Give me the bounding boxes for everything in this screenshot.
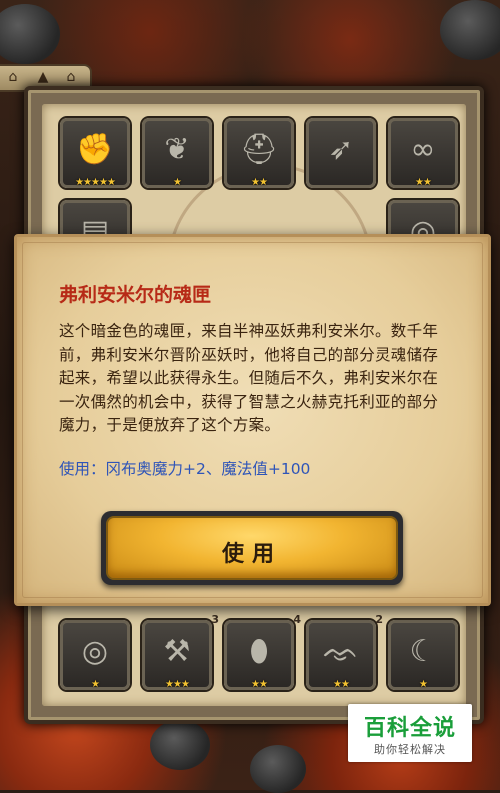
helmet-icon: ⛑ xyxy=(239,132,279,167)
rarity-stars: ★ xyxy=(419,679,428,690)
rarity-stars: ★★ xyxy=(251,177,268,188)
inventory-slot[interactable]: ◎ ★ xyxy=(60,620,130,690)
house-icon[interactable]: ⌂ xyxy=(62,68,80,86)
rarity-stars: ★ xyxy=(173,177,182,188)
home-icon[interactable]: ⌂ xyxy=(4,68,22,86)
use-button-label[interactable]: 使用 xyxy=(108,536,396,568)
item-count: 4 xyxy=(293,613,301,626)
item-title: 弗利安米尔的魂匣 xyxy=(59,284,212,306)
leather-pouch-icon: ⬮ xyxy=(249,634,269,669)
rarity-stars: ★ xyxy=(91,679,100,690)
use-button[interactable]: 使用 xyxy=(101,511,403,585)
item-count: 2 xyxy=(375,613,383,626)
chevron-up-icon[interactable]: ▲ xyxy=(34,68,52,86)
rock-decoration xyxy=(250,745,306,793)
watermark-brand: 百科全说 xyxy=(363,716,456,741)
inventory-slot[interactable]: ❦ ★ xyxy=(142,118,212,188)
rarity-stars: ★★ xyxy=(333,679,350,690)
item-count: 3 xyxy=(211,613,219,626)
rock-decoration xyxy=(150,720,210,770)
item-detail-dialog: 弗利安米尔的魂匣 这个暗金色的魂匣，来自半神巫妖弗利安米尔。数千年前，弗利安米尔… xyxy=(14,234,491,606)
inventory-slot[interactable]: ⛑ ★★ xyxy=(224,118,294,188)
rarity-stars: ★★★ xyxy=(165,679,190,690)
watermark-subtitle: 助你轻松解决 xyxy=(374,743,446,756)
gauntlet-icon: ✊ xyxy=(76,132,114,167)
inventory-slot[interactable]: 2 ᨎ ★★ xyxy=(306,613,383,690)
horn-icon: ☾ xyxy=(409,634,437,669)
crossbow-icon: ➶ xyxy=(328,132,354,167)
inventory-slot[interactable]: ☾ ★ xyxy=(388,620,458,690)
chain-amulet-icon: ∞ xyxy=(410,132,436,167)
ring-icon: ◎ xyxy=(81,634,109,669)
inventory-slot[interactable]: ✊ ★★★★★ xyxy=(60,118,130,188)
dragon-crest-icon: ❦ xyxy=(164,132,190,167)
watermark-logo: 百科全说 助你轻松解决 xyxy=(348,704,472,762)
anvil-icon: ⚒ xyxy=(163,634,191,669)
inventory-slot[interactable]: 4 ⬮ ★★ xyxy=(224,613,301,690)
rarity-stars: ★★ xyxy=(415,177,432,188)
rarity-stars: ★★★★★ xyxy=(75,177,116,188)
inventory-slot[interactable]: 3 ⚒ ★★★ xyxy=(142,613,219,690)
rarity-stars: ★★ xyxy=(251,679,268,690)
item-usage-effect: 使用：冈布奥魔力+2、魔法值+100 xyxy=(59,460,311,478)
use-button-face[interactable]: 使用 xyxy=(106,516,398,580)
inventory-slot[interactable]: ➶ xyxy=(306,118,376,188)
bat-wing-icon: ᨎ xyxy=(323,634,359,669)
item-description: 这个暗金色的魂匣，来自半神巫妖弗利安米尔。数千年前，弗利安米尔晋阶巫妖时，他将自… xyxy=(59,322,439,434)
inventory-slot[interactable]: ∞ ★★ xyxy=(388,118,458,188)
